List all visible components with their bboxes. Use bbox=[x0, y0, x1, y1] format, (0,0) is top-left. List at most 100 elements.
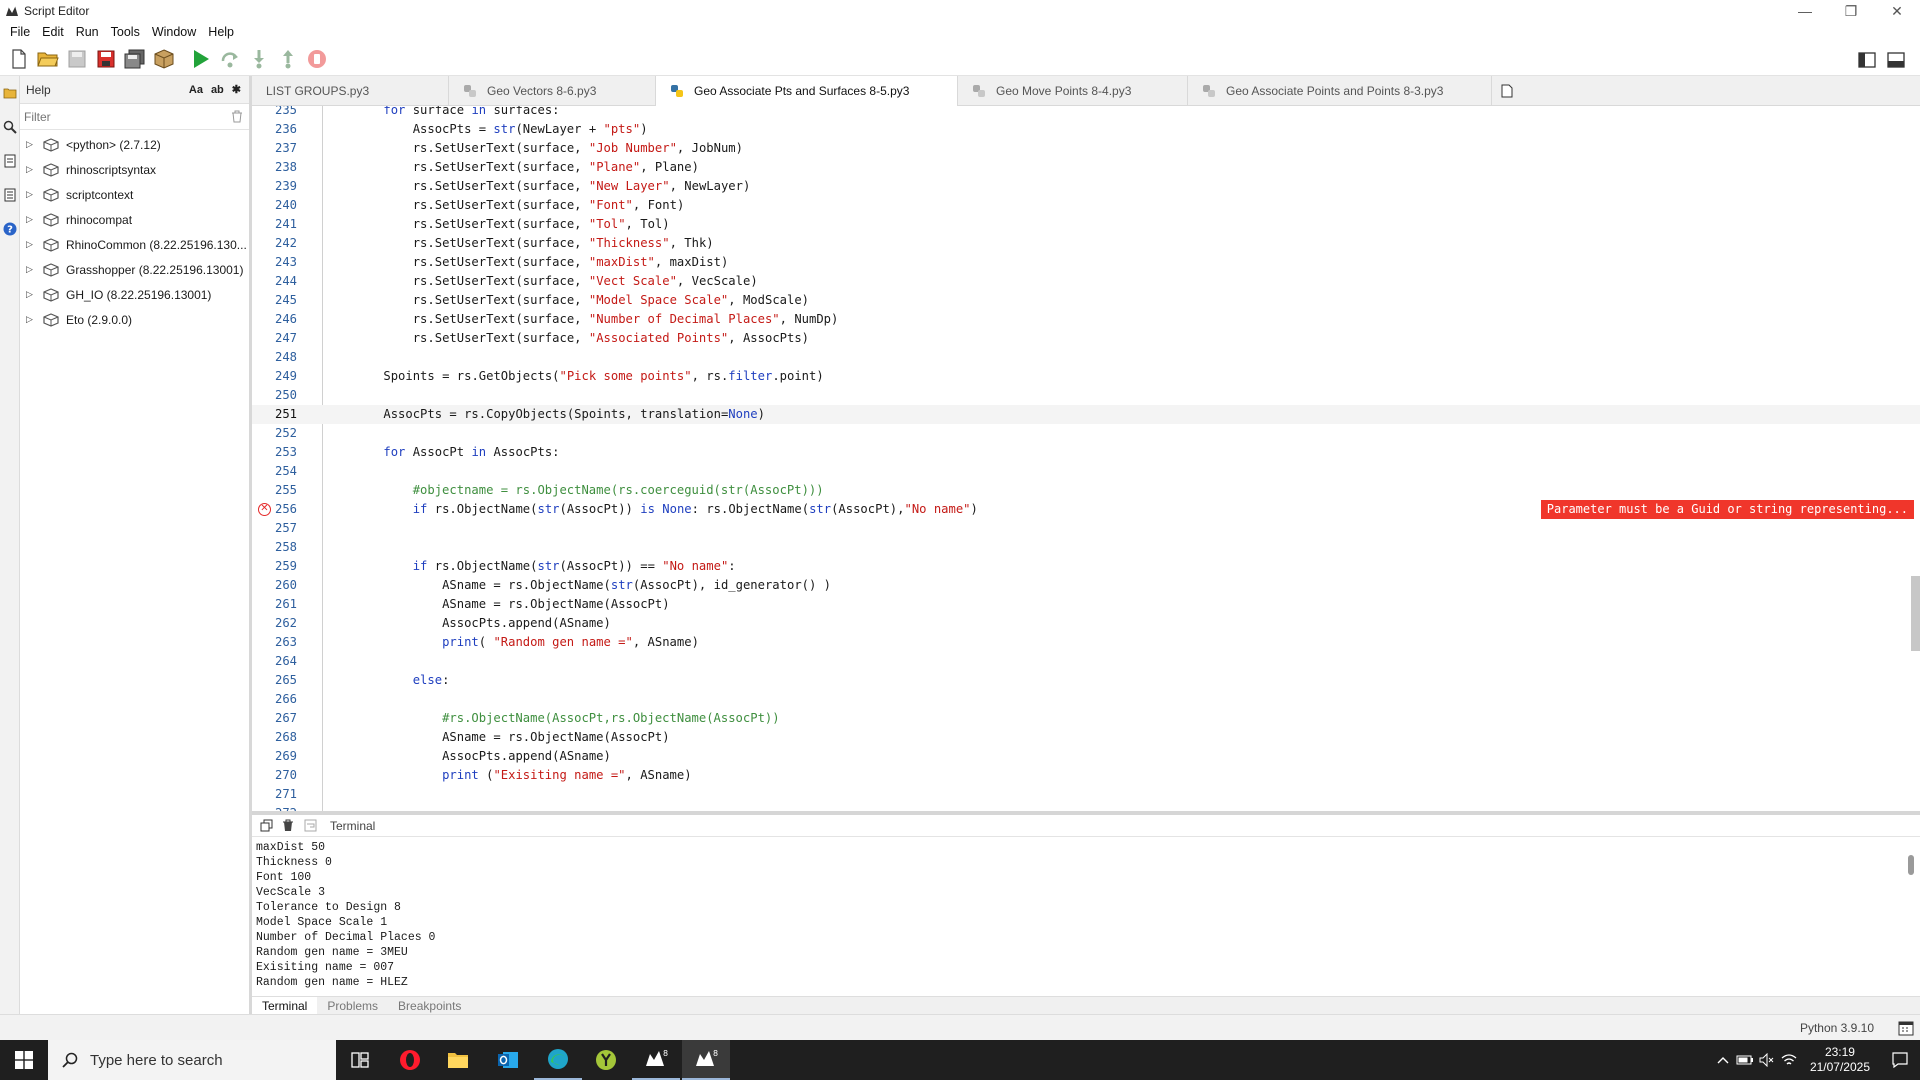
match-case-button[interactable]: Aa bbox=[189, 84, 203, 96]
code-line[interactable]: 250 bbox=[252, 386, 1920, 405]
step-into-button[interactable] bbox=[246, 46, 272, 72]
taskbar-edge[interactable] bbox=[534, 1040, 582, 1080]
explorer-button[interactable] bbox=[0, 76, 20, 110]
taskbar-yandex[interactable] bbox=[582, 1040, 630, 1080]
library-button[interactable] bbox=[0, 144, 20, 178]
code-line[interactable]: 243 rs.SetUserText(surface, "maxDist", m… bbox=[252, 253, 1920, 272]
code-line[interactable]: 247 rs.SetUserText(surface, "Associated … bbox=[252, 329, 1920, 348]
start-button[interactable] bbox=[0, 1040, 48, 1080]
taskbar-rhino[interactable]: 8 bbox=[632, 1040, 680, 1080]
minimize-button[interactable]: — bbox=[1782, 0, 1828, 22]
code-line[interactable]: 236 AssocPts = str(NewLayer + "pts") bbox=[252, 120, 1920, 139]
code-line[interactable]: 264 bbox=[252, 652, 1920, 671]
code-line[interactable]: 254 bbox=[252, 462, 1920, 481]
task-view-button[interactable] bbox=[336, 1040, 384, 1080]
taskbar-rhino-script-editor[interactable]: 8 bbox=[682, 1040, 730, 1080]
code-line[interactable]: 258 bbox=[252, 538, 1920, 557]
code-line[interactable]: 238 rs.SetUserText(surface, "Plane", Pla… bbox=[252, 158, 1920, 177]
clock[interactable]: 23:19 21/07/2025 bbox=[1800, 1045, 1880, 1075]
python-version[interactable]: Python 3.9.10 bbox=[1800, 1021, 1874, 1035]
code-line[interactable]: 237 rs.SetUserText(surface, "Job Number"… bbox=[252, 139, 1920, 158]
menu-tools[interactable]: Tools bbox=[105, 25, 146, 39]
code-line[interactable]: 267 #rs.ObjectName(AssocPt,rs.ObjectName… bbox=[252, 709, 1920, 728]
tree-item-rhinocompat[interactable]: ▷ rhinocompat bbox=[20, 207, 249, 232]
code-line[interactable]: 235 for surface in surfaces: bbox=[252, 106, 1920, 120]
toggle-panel-button[interactable] bbox=[1883, 47, 1909, 73]
code-line[interactable]: 257 bbox=[252, 519, 1920, 538]
menu-window[interactable]: Window bbox=[146, 25, 202, 39]
taskbar-file-explorer[interactable] bbox=[434, 1040, 482, 1080]
taskbar-opera[interactable] bbox=[386, 1040, 434, 1080]
taskbar-outlook[interactable] bbox=[484, 1040, 532, 1080]
code-line[interactable]: 260 ASname = rs.ObjectName(str(AssocPt),… bbox=[252, 576, 1920, 595]
package-button[interactable] bbox=[151, 46, 177, 72]
tree-item-rhinocommon[interactable]: ▷ RhinoCommon (8.22.25196.130... bbox=[20, 232, 249, 257]
tab-geo-vectors[interactable]: Geo Vectors 8-6.py3 bbox=[449, 76, 656, 106]
open-button[interactable] bbox=[35, 46, 61, 72]
code-line[interactable]: 244 rs.SetUserText(surface, "Vect Scale"… bbox=[252, 272, 1920, 291]
code-line[interactable]: 251 AssocPts = rs.CopyObjects(Spoints, t… bbox=[252, 405, 1920, 424]
terminal-scrollbar[interactable] bbox=[1908, 855, 1914, 875]
code-line[interactable]: 249 Spoints = rs.GetObjects("Pick some p… bbox=[252, 367, 1920, 386]
code-line[interactable]: 245 rs.SetUserText(surface, "Model Space… bbox=[252, 291, 1920, 310]
outline-button[interactable] bbox=[0, 178, 20, 212]
new-file-button[interactable] bbox=[6, 46, 32, 72]
menu-run[interactable]: Run bbox=[70, 25, 105, 39]
tree-item-grasshopper[interactable]: ▷ Grasshopper (8.22.25196.13001) bbox=[20, 257, 249, 282]
code-line[interactable]: 253 for AssocPt in AssocPts: bbox=[252, 443, 1920, 462]
code-line[interactable]: 265 else: bbox=[252, 671, 1920, 690]
match-word-button[interactable]: ab bbox=[211, 84, 224, 96]
calendar-icon[interactable] bbox=[1898, 1020, 1914, 1036]
code-line[interactable]: ✕ 256 if rs.ObjectName(str(AssocPt)) is N… bbox=[252, 500, 1920, 519]
tab-geo-move-points[interactable]: Geo Move Points 8-4.py3 bbox=[958, 76, 1188, 106]
tab-geo-associate-points[interactable]: Geo Associate Points and Points 8-3.py3 bbox=[1188, 76, 1492, 106]
tab-breakpoints[interactable]: Breakpoints bbox=[388, 997, 471, 1015]
tray-overflow-button[interactable] bbox=[1712, 1040, 1734, 1080]
maximize-button[interactable]: ❐ bbox=[1828, 0, 1874, 22]
code-line[interactable]: 252 bbox=[252, 424, 1920, 443]
filter-input[interactable] bbox=[24, 109, 231, 124]
tree-item-rhinoscriptsyntax[interactable]: ▷ rhinoscriptsyntax bbox=[20, 157, 249, 182]
code-line[interactable]: 246 rs.SetUserText(surface, "Number of D… bbox=[252, 310, 1920, 329]
code-line[interactable]: 261 ASname = rs.ObjectName(AssocPt) bbox=[252, 595, 1920, 614]
menu-help[interactable]: Help bbox=[202, 25, 240, 39]
trash-icon[interactable] bbox=[231, 110, 243, 123]
help-button[interactable]: ? bbox=[0, 212, 20, 246]
code-line[interactable]: 266 bbox=[252, 690, 1920, 709]
volume-button[interactable] bbox=[1756, 1040, 1778, 1080]
code-line[interactable]: 270 print ("Exisiting name =", ASname) bbox=[252, 766, 1920, 785]
menu-file[interactable]: File bbox=[4, 25, 36, 39]
code-line[interactable]: 242 rs.SetUserText(surface, "Thickness",… bbox=[252, 234, 1920, 253]
search-panel-button[interactable] bbox=[0, 110, 20, 144]
step-out-button[interactable] bbox=[275, 46, 301, 72]
tab-terminal[interactable]: Terminal bbox=[252, 996, 318, 1015]
code-line[interactable]: 241 rs.SetUserText(surface, "Tol", Tol) bbox=[252, 215, 1920, 234]
code-line[interactable]: 240 rs.SetUserText(surface, "Font", Font… bbox=[252, 196, 1920, 215]
code-line[interactable]: 259 if rs.ObjectName(str(AssocPt)) == "N… bbox=[252, 557, 1920, 576]
step-over-button[interactable] bbox=[217, 46, 243, 72]
code-editor[interactable]: 235 for surface in surfaces: 236 AssocPts… bbox=[252, 106, 1920, 811]
save-all-button[interactable] bbox=[122, 46, 148, 72]
error-message[interactable]: Parameter must be a Guid or string repre… bbox=[1540, 500, 1914, 519]
save-disabled-button[interactable] bbox=[64, 46, 90, 72]
tab-list-groups[interactable]: LIST GROUPS.py3 bbox=[252, 76, 449, 106]
clear-button[interactable] bbox=[280, 818, 296, 834]
tree-item-eto[interactable]: ▷ Eto (2.9.0.0) bbox=[20, 307, 249, 332]
code-line[interactable]: 248 bbox=[252, 348, 1920, 367]
tree-item-python[interactable]: ▷ <python> (2.7.12) bbox=[20, 132, 249, 157]
stop-button[interactable] bbox=[304, 46, 330, 72]
new-tab-button[interactable] bbox=[1492, 76, 1522, 106]
save-button[interactable] bbox=[93, 46, 119, 72]
code-line[interactable]: 239 rs.SetUserText(surface, "New Layer",… bbox=[252, 177, 1920, 196]
battery-button[interactable] bbox=[1734, 1040, 1756, 1080]
close-button[interactable]: ✕ bbox=[1874, 0, 1920, 22]
code-line[interactable]: 263 print( "Random gen name =", ASname) bbox=[252, 633, 1920, 652]
toggle-sidebar-button[interactable] bbox=[1854, 47, 1880, 73]
network-button[interactable] bbox=[1778, 1040, 1800, 1080]
run-button[interactable] bbox=[188, 46, 214, 72]
code-line[interactable]: 268 ASname = rs.ObjectName(AssocPt) bbox=[252, 728, 1920, 747]
taskbar-search[interactable]: Type here to search bbox=[48, 1040, 336, 1080]
code-line[interactable]: 269 AssocPts.append(ASname) bbox=[252, 747, 1920, 766]
copy-button[interactable] bbox=[258, 818, 274, 834]
code-line[interactable]: 262 AssocPts.append(ASname) bbox=[252, 614, 1920, 633]
